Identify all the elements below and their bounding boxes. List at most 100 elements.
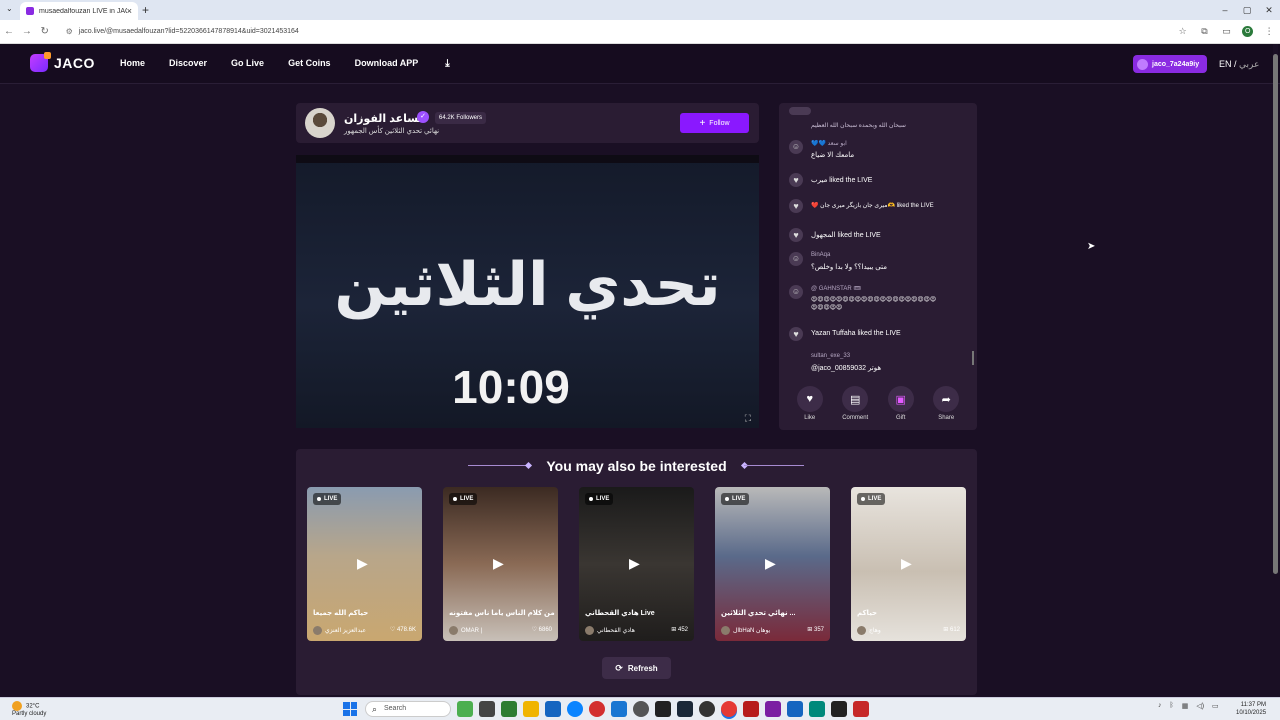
terminal-icon[interactable]: [809, 701, 825, 717]
profile-avatar[interactable]: O: [1242, 26, 1254, 37]
gift-label: Gift: [896, 415, 906, 421]
share-button[interactable]: ➦ Share: [933, 386, 960, 430]
obs-icon[interactable]: [699, 701, 715, 717]
url-field[interactable]: ⚙ jaco.live/@musaedalfouzan?lid=52203661…: [59, 22, 1172, 41]
play-icon: ▶: [765, 555, 776, 571]
heart-icon: ♥: [789, 199, 803, 213]
streamer-avatar[interactable]: [305, 108, 335, 138]
chat-actions: ♥ Like ▤ Comment ▣ Gift ➦ Share: [779, 386, 977, 430]
start-menu-icon[interactable]: [343, 702, 357, 716]
close-tab-icon[interactable]: ×: [127, 6, 132, 16]
fullscreen-icon[interactable]: ⛶: [745, 413, 751, 424]
back-icon[interactable]: ←: [0, 26, 18, 37]
verified-icon: ✓: [417, 111, 429, 123]
like-button[interactable]: ♥ Like: [796, 386, 823, 430]
nav-get-coins[interactable]: Get Coins: [288, 58, 331, 69]
live-dot-icon: [589, 497, 593, 501]
tab-search-icon[interactable]: ⌄: [6, 4, 13, 13]
taskbar-apps: Search: [343, 701, 875, 717]
refresh-label: Refresh: [627, 663, 658, 673]
taskbar-search[interactable]: Search: [365, 701, 451, 717]
minimize-icon[interactable]: –: [1214, 0, 1236, 20]
volume-icon[interactable]: ◁): [1196, 702, 1204, 710]
scrollbar-thumb[interactable]: [1273, 54, 1278, 574]
card-title: هادي القحطاني Live: [585, 610, 655, 617]
bookmark-star-icon[interactable]: ☆: [1172, 26, 1194, 37]
sidebar-icon[interactable]: ▭: [1215, 26, 1237, 37]
chat-scrollbar[interactable]: [972, 351, 974, 365]
edge-icon[interactable]: [567, 701, 583, 717]
live-badge-text: LIVE: [324, 496, 338, 502]
page-scrollbar[interactable]: [1273, 44, 1278, 694]
refresh-button[interactable]: ⟳ Refresh: [602, 657, 671, 679]
live-card[interactable]: LIVE ▶ حياكم وهاج ⊞ 612: [851, 487, 966, 641]
lang-en: EN /: [1219, 59, 1237, 69]
widgets-icon[interactable]: [457, 701, 473, 717]
maximize-icon[interactable]: ▢: [1236, 0, 1258, 20]
battery-icon[interactable]: ▭: [1212, 702, 1219, 710]
nav-home[interactable]: Home: [120, 58, 145, 69]
streamer-name[interactable]: مساعد الفوزان: [344, 112, 425, 125]
comment-icon: ▤: [842, 386, 869, 412]
heart-icon: ♥: [789, 327, 803, 341]
app-icon[interactable]: [743, 701, 759, 717]
gift-button[interactable]: ▣ Gift: [887, 386, 914, 430]
opera-icon[interactable]: [589, 701, 605, 717]
network-icon[interactable]: ▦: [1182, 702, 1189, 710]
comment-button[interactable]: ▤ Comment: [842, 386, 868, 430]
jaco-logo[interactable]: JACO: [30, 52, 95, 72]
store-icon[interactable]: [545, 701, 561, 717]
file-explorer-icon[interactable]: [523, 701, 539, 717]
live-card[interactable]: LIVE ▶ حياكم الله جميعا عبدالعزيز العنزي…: [307, 487, 422, 641]
follow-button[interactable]: + Follow: [680, 113, 749, 133]
heart-icon: ♥: [789, 173, 803, 187]
card-count: 478.6K: [396, 627, 416, 633]
chat-message: ♥ المجهول liked the LIVE: [789, 228, 959, 244]
word-icon[interactable]: [787, 701, 803, 717]
reload-icon[interactable]: ↻: [36, 26, 54, 37]
weather-widget[interactable]: 32°C Partly cloudy: [12, 701, 46, 718]
browser-menu-icon[interactable]: ⋮: [1258, 26, 1280, 37]
messenger-icon[interactable]: [765, 701, 781, 717]
chat-text: ميرب liked the LIVE: [811, 177, 873, 184]
user-account-button[interactable]: jaco_7a24a9iy: [1133, 55, 1207, 73]
stream-title: نهائي تحدي الثلاثين كأس الجمهور: [344, 128, 440, 135]
card-user: هادي القحطاني: [585, 626, 635, 635]
card-user: OMAR |: [449, 626, 482, 635]
new-tab-icon[interactable]: +: [142, 3, 149, 17]
steam-icon[interactable]: [677, 701, 693, 717]
editor-icon[interactable]: [831, 701, 847, 717]
mic-icon[interactable]: ♪: [1158, 702, 1162, 710]
excel-icon[interactable]: [501, 701, 517, 717]
settings-icon[interactable]: [633, 701, 649, 717]
username: jaco_7a24a9iy: [1152, 60, 1200, 68]
chrome-icon[interactable]: [721, 701, 737, 717]
extensions-icon[interactable]: ⧉: [1194, 26, 1216, 37]
card-viewers: ⊞ 612: [943, 627, 960, 633]
card-viewers: ⊞ 357: [807, 627, 824, 633]
heading-decoration-right: [744, 465, 804, 466]
live-card[interactable]: LIVE ▶ هادي القحطاني Live هادي القحطاني …: [579, 487, 694, 641]
close-window-icon[interactable]: ✕: [1258, 0, 1280, 20]
game-icon[interactable]: [853, 701, 869, 717]
capcut-icon[interactable]: [655, 701, 671, 717]
live-card[interactable]: LIVE ▶ نهائي تحدي الثلاثين ... لIbHaN يو…: [715, 487, 830, 641]
language-switch[interactable]: EN / عربي: [1219, 59, 1259, 70]
video-top-strip: [296, 155, 759, 163]
nav-download-app[interactable]: Download APP ⤓: [355, 58, 474, 69]
task-view-icon[interactable]: [479, 701, 495, 717]
nav-go-live[interactable]: Go Live: [231, 58, 264, 69]
live-video-player[interactable]: تحدي الثلاثين 10:09 ⛶: [296, 155, 759, 428]
taskbar-clock[interactable]: 11:37 PM 10/10/2025: [1236, 701, 1266, 717]
live-card[interactable]: LIVE ▶ من كلام الناس ياما ناس مفتونه OMA…: [443, 487, 558, 641]
mouse-cursor-icon: ➤: [1087, 241, 1096, 252]
nav-discover[interactable]: Discover: [169, 58, 207, 69]
live-badge-text: LIVE: [732, 496, 746, 502]
browser-tab[interactable]: musaedalfouzan LIVE in JACO ×: [20, 2, 138, 20]
site-info-icon[interactable]: ⚙: [66, 27, 73, 36]
forward-icon[interactable]: →: [18, 26, 36, 37]
card-title: من كلام الناس ياما ناس مفتونه: [449, 610, 555, 617]
like-label: Like: [804, 415, 816, 421]
bluetooth-icon[interactable]: ᛒ: [1170, 702, 1174, 710]
calculator-icon[interactable]: [611, 701, 627, 717]
